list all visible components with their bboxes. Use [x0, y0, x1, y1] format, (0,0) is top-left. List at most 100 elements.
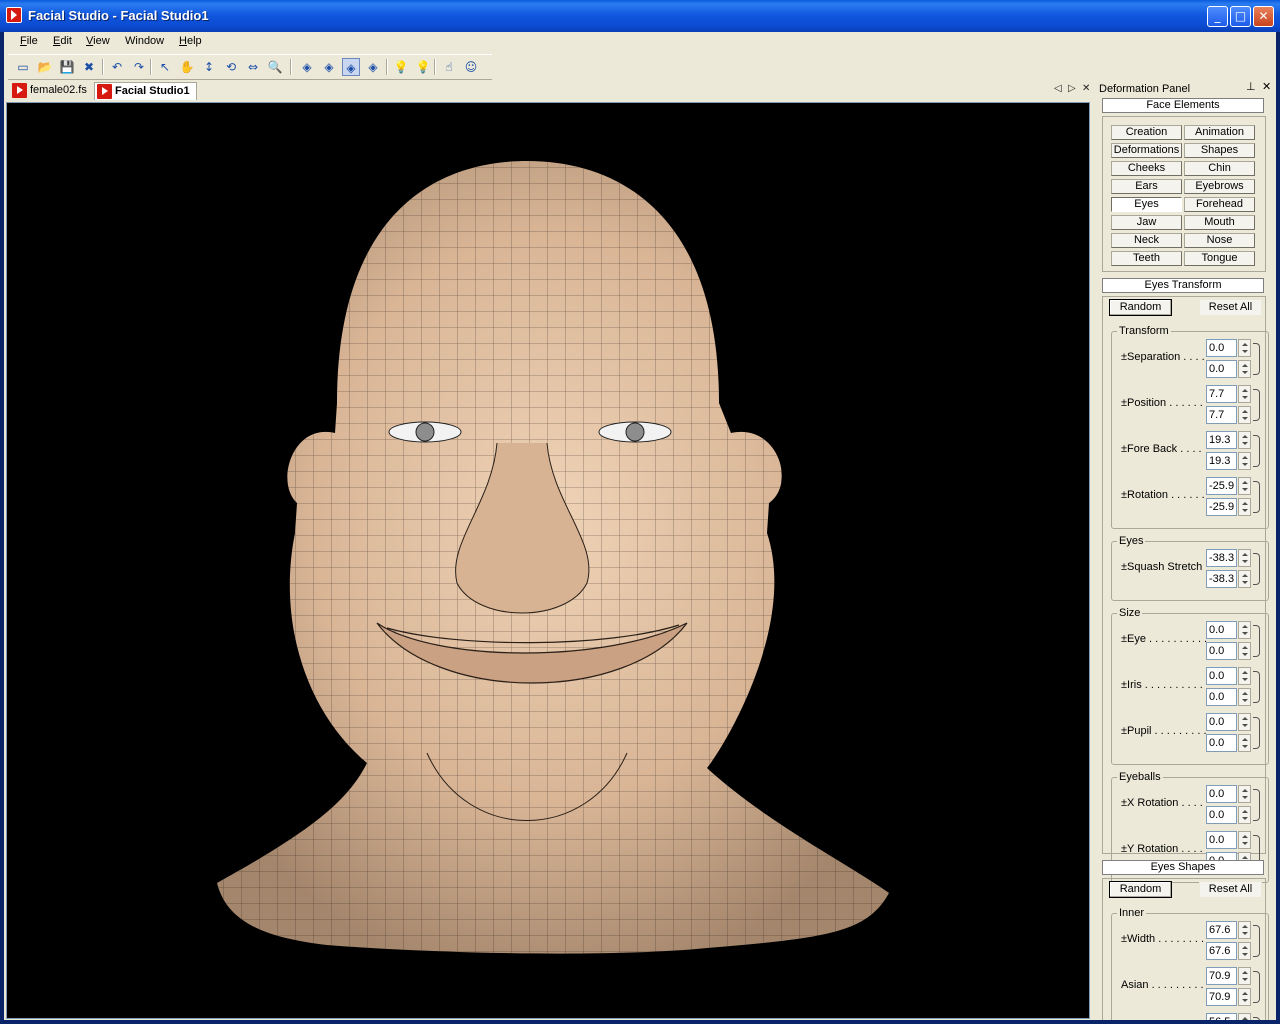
value-field[interactable]: 0.0: [1206, 806, 1237, 824]
face-element-shapes-button[interactable]: Shapes: [1184, 143, 1255, 158]
link-toggle-icon[interactable]: [1253, 971, 1260, 1003]
spinner-arrows-icon[interactable]: [1238, 806, 1251, 824]
spinner-arrows-icon[interactable]: [1238, 549, 1251, 567]
link-toggle-icon[interactable]: [1253, 1017, 1260, 1020]
3d-viewport[interactable]: [6, 102, 1090, 1019]
face-element-nose-button[interactable]: Nose: [1184, 233, 1255, 248]
export-icon[interactable]: ✖: [80, 58, 98, 76]
value-field[interactable]: 0.0: [1206, 734, 1237, 752]
spinner-arrows-icon[interactable]: [1238, 385, 1251, 403]
eyes-shapes-random-button[interactable]: Random: [1109, 881, 1172, 898]
menu-view[interactable]: View: [84, 35, 112, 47]
render-a-icon[interactable]: ☝: [440, 58, 458, 76]
face-element-tongue-button[interactable]: Tongue: [1184, 251, 1255, 266]
menu-edit[interactable]: Edit: [51, 35, 74, 47]
undo-icon[interactable]: ↶: [108, 58, 126, 76]
link-toggle-icon[interactable]: [1253, 717, 1260, 749]
spinner-arrows-icon[interactable]: [1238, 621, 1251, 639]
eyes-shapes-reset-all-button[interactable]: Reset All: [1199, 881, 1262, 898]
value-field[interactable]: 0.0: [1206, 642, 1237, 660]
face-element-mouth-button[interactable]: Mouth: [1184, 215, 1255, 230]
view-front-icon[interactable]: ◈: [298, 58, 316, 76]
value-field[interactable]: 7.7: [1206, 385, 1237, 403]
render-b-icon[interactable]: ☺: [462, 58, 480, 76]
face-element-cheeks-button[interactable]: Cheeks: [1111, 161, 1182, 176]
link-toggle-icon[interactable]: [1253, 625, 1260, 657]
value-field[interactable]: 70.9: [1206, 988, 1237, 1006]
spinner-arrows-icon[interactable]: [1238, 688, 1251, 706]
pin-icon[interactable]: ⊥: [1246, 80, 1256, 93]
value-field[interactable]: 67.6: [1206, 921, 1237, 939]
face-element-deformations-button[interactable]: Deformations: [1111, 143, 1182, 158]
value-field[interactable]: 67.6: [1206, 942, 1237, 960]
panel-close-icon[interactable]: ✕: [1262, 80, 1271, 93]
value-field[interactable]: -38.3: [1206, 570, 1237, 588]
face-element-forehead-button[interactable]: Forehead: [1184, 197, 1255, 212]
value-field[interactable]: 0.0: [1206, 688, 1237, 706]
close-button[interactable]: ✕: [1253, 6, 1274, 27]
value-field[interactable]: 0.0: [1206, 339, 1237, 357]
face-elements-header[interactable]: Face Elements: [1102, 98, 1264, 113]
value-field[interactable]: 0.0: [1206, 713, 1237, 731]
value-field[interactable]: 0.0: [1206, 621, 1237, 639]
face-element-jaw-button[interactable]: Jaw: [1111, 215, 1182, 230]
link-toggle-icon[interactable]: [1253, 481, 1260, 513]
spinner-arrows-icon[interactable]: [1238, 498, 1251, 516]
spinner-arrows-icon[interactable]: [1238, 942, 1251, 960]
value-field[interactable]: 0.0: [1206, 831, 1237, 849]
dolly-icon[interactable]: ⇔: [244, 58, 262, 76]
face-element-creation-button[interactable]: Creation: [1111, 125, 1182, 140]
spinner-arrows-icon[interactable]: [1238, 921, 1251, 939]
value-field[interactable]: 0.0: [1206, 667, 1237, 685]
spinner-arrows-icon[interactable]: [1238, 431, 1251, 449]
spinner-arrows-icon[interactable]: [1238, 831, 1251, 849]
view-side-icon[interactable]: ◈: [320, 58, 338, 76]
face-element-eyes-button[interactable]: Eyes: [1111, 197, 1182, 212]
link-toggle-icon[interactable]: [1253, 789, 1260, 821]
pan-icon[interactable]: ✋: [178, 58, 196, 76]
value-field[interactable]: 19.3: [1206, 431, 1237, 449]
view-top-icon[interactable]: ◈: [342, 58, 360, 76]
light-b-icon[interactable]: 💡: [414, 58, 432, 76]
value-field[interactable]: 56.5: [1206, 1013, 1237, 1020]
move-icon[interactable]: ↕: [200, 58, 218, 76]
tab-female02[interactable]: female02.fs: [10, 82, 93, 100]
eyes-transform-header[interactable]: Eyes Transform: [1102, 278, 1264, 293]
link-toggle-icon[interactable]: [1253, 435, 1260, 467]
maximize-button[interactable]: □: [1230, 6, 1251, 27]
spinner-arrows-icon[interactable]: [1238, 570, 1251, 588]
value-field[interactable]: 0.0: [1206, 785, 1237, 803]
menu-file[interactable]: File: [18, 35, 40, 47]
value-field[interactable]: 19.3: [1206, 452, 1237, 470]
save-icon[interactable]: 💾: [58, 58, 76, 76]
link-toggle-icon[interactable]: [1253, 343, 1260, 375]
face-element-teeth-button[interactable]: Teeth: [1111, 251, 1182, 266]
spinner-arrows-icon[interactable]: [1238, 785, 1251, 803]
value-field[interactable]: -25.9: [1206, 477, 1237, 495]
value-field[interactable]: -38.3: [1206, 549, 1237, 567]
eyes-transform-reset-all-button[interactable]: Reset All: [1199, 299, 1262, 316]
face-element-eyebrows-button[interactable]: Eyebrows: [1184, 179, 1255, 194]
eyes-shapes-header[interactable]: Eyes Shapes: [1102, 860, 1264, 875]
menu-window[interactable]: Window: [123, 35, 166, 47]
eyes-transform-random-button[interactable]: Random: [1109, 299, 1172, 316]
face-element-animation-button[interactable]: Animation: [1184, 125, 1255, 140]
link-toggle-icon[interactable]: [1253, 389, 1260, 421]
spinner-arrows-icon[interactable]: [1238, 667, 1251, 685]
face-element-ears-button[interactable]: Ears: [1111, 179, 1182, 194]
app-icon[interactable]: [6, 7, 22, 23]
value-field[interactable]: 7.7: [1206, 406, 1237, 424]
value-field[interactable]: 0.0: [1206, 360, 1237, 378]
rotate-icon[interactable]: ⟲: [222, 58, 240, 76]
spinner-arrows-icon[interactable]: [1238, 967, 1251, 985]
spinner-arrows-icon[interactable]: [1238, 339, 1251, 357]
link-toggle-icon[interactable]: [1253, 553, 1260, 585]
zoom-icon[interactable]: 🔍: [266, 58, 284, 76]
menu-help[interactable]: Help: [177, 35, 204, 47]
redo-icon[interactable]: ↷: [130, 58, 148, 76]
view-persp-icon[interactable]: ◈: [364, 58, 382, 76]
spinner-arrows-icon[interactable]: [1238, 406, 1251, 424]
tab-next-icon[interactable]: ▷: [1068, 83, 1076, 94]
tab-close-icon[interactable]: ✕: [1082, 83, 1090, 94]
tab-facial-studio1[interactable]: Facial Studio1: [94, 82, 197, 100]
